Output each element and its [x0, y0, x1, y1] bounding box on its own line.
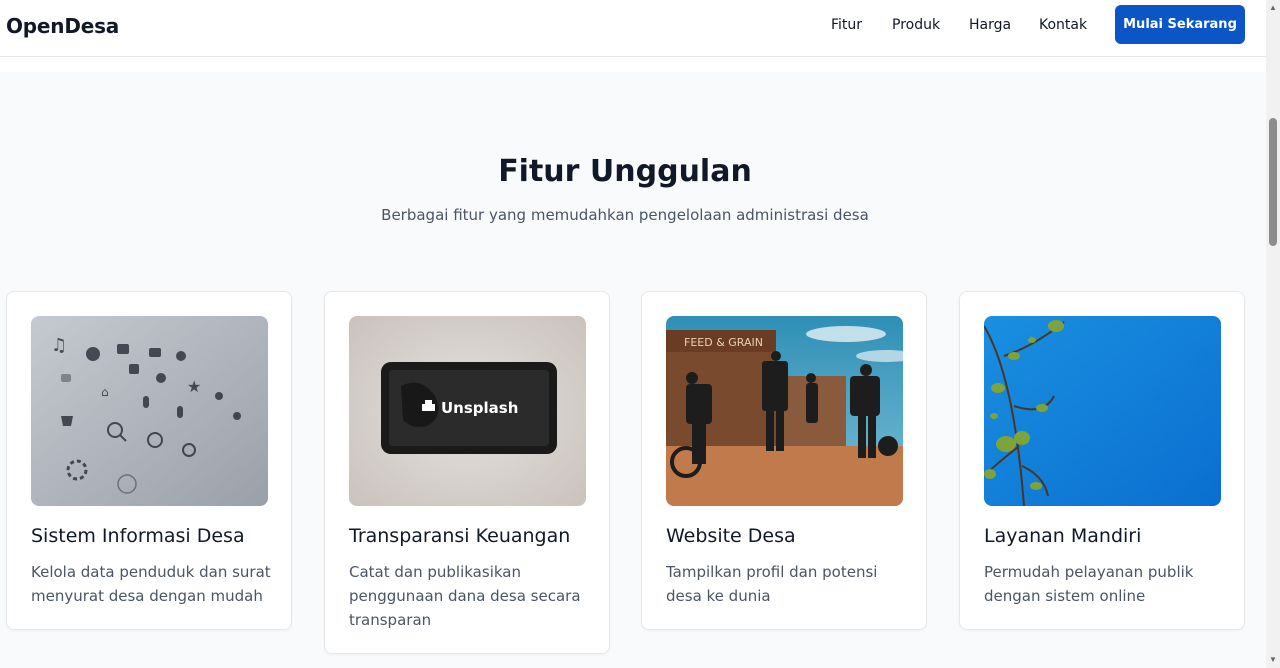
nav-link-kontak[interactable]: Kontak — [1039, 17, 1087, 33]
card-title: Layanan Mandiri — [984, 525, 1142, 547]
unsplash-logo-text: Unsplash — [441, 399, 518, 417]
nav-link-produk[interactable]: Produk — [892, 17, 940, 33]
card-title: Website Desa — [666, 525, 796, 547]
mulai-sekarang-button[interactable]: Mulai Sekarang — [1115, 5, 1245, 44]
unsplash-phone-image: Unsplash — [349, 316, 586, 506]
svg-text:★: ★ — [187, 377, 201, 396]
feature-card-layanan[interactable]: Layanan Mandiri Permudah pelayanan publi… — [959, 291, 1245, 630]
navbar: OpenDesa Fitur Produk Harga Kontak Mulai… — [0, 0, 1266, 57]
scroll-down-icon[interactable]: ▼ — [1269, 656, 1277, 664]
card-title: Sistem Informasi Desa — [31, 525, 245, 547]
section-subtitle: Berbagai fitur yang memudahkan pengelola… — [381, 206, 869, 224]
card-description: Permudah pelayanan publik dengan sistem … — [984, 563, 1194, 605]
sky-branch-image — [984, 316, 1221, 506]
scrollbar-thumb[interactable] — [1269, 118, 1277, 246]
scroll-up-icon[interactable]: ▲ — [1269, 4, 1277, 12]
page-scrollbar[interactable]: ▲ ▼ — [1266, 0, 1280, 668]
nav-link-fitur[interactable]: Fitur — [831, 17, 862, 33]
feature-card-sistem-informasi[interactable]: ♫ ★ ⌂ Sistem Informasi Desa Kelola data … — [6, 291, 292, 630]
section-title: Fitur Unggulan — [498, 154, 752, 189]
svg-text:♫: ♫ — [51, 335, 67, 356]
svg-text:⌂: ⌂ — [101, 385, 109, 399]
features-section: Fitur Unggulan Berbagai fitur yang memud… — [0, 72, 1266, 668]
nav-links: Fitur Produk Harga Kontak — [0, 17, 1266, 37]
feature-card-transparansi[interactable]: Unsplash Transparansi Keuangan Catat dan… — [324, 291, 610, 654]
card-description: Kelola data penduduk dan surat menyurat … — [31, 563, 271, 605]
nav-link-harga[interactable]: Harga — [969, 17, 1011, 33]
card-description: Catat dan publikasikan penggunaan dana d… — [349, 563, 581, 629]
feature-card-website[interactable]: FEED & GRAIN Website Desa Tampilkan prof… — [641, 291, 927, 630]
icons-pattern-image: ♫ ★ ⌂ — [31, 316, 268, 506]
header-spacer — [0, 57, 1266, 72]
card-title: Transparansi Keuangan — [349, 525, 571, 547]
sign-text: FEED & GRAIN — [684, 336, 763, 349]
card-description: Tampilkan profil dan potensi desa ke dun… — [666, 563, 878, 605]
western-town-image: FEED & GRAIN — [666, 316, 903, 506]
